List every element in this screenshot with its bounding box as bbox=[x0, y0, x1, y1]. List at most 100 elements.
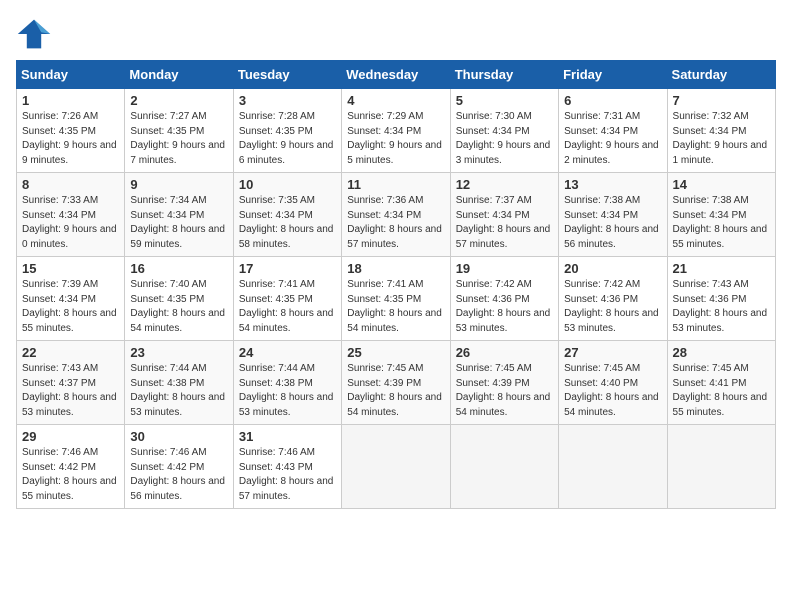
day-detail: Sunrise: 7:28 AM Sunset: 4:35 PM Dayligh… bbox=[239, 110, 336, 168]
calendar-week-row: 22 Sunrise: 7:43 AM Sunset: 4:37 PM Dayl… bbox=[17, 341, 776, 425]
calendar-cell: 6 Sunrise: 7:31 AM Sunset: 4:34 PM Dayli… bbox=[559, 89, 667, 173]
calendar-cell bbox=[342, 425, 450, 509]
calendar-cell: 31 Sunrise: 7:46 AM Sunset: 4:43 PM Dayl… bbox=[233, 425, 341, 509]
day-detail: Sunrise: 7:46 AM Sunset: 4:42 PM Dayligh… bbox=[130, 446, 227, 504]
calendar-cell: 20 Sunrise: 7:42 AM Sunset: 4:36 PM Dayl… bbox=[559, 257, 667, 341]
day-detail: Sunrise: 7:38 AM Sunset: 4:34 PM Dayligh… bbox=[673, 194, 770, 252]
calendar-cell: 2 Sunrise: 7:27 AM Sunset: 4:35 PM Dayli… bbox=[125, 89, 233, 173]
day-number: 27 bbox=[564, 345, 661, 360]
calendar-cell bbox=[559, 425, 667, 509]
calendar-cell: 11 Sunrise: 7:36 AM Sunset: 4:34 PM Dayl… bbox=[342, 173, 450, 257]
calendar-cell: 10 Sunrise: 7:35 AM Sunset: 4:34 PM Dayl… bbox=[233, 173, 341, 257]
day-number: 23 bbox=[130, 345, 227, 360]
day-number: 22 bbox=[22, 345, 119, 360]
day-number: 26 bbox=[456, 345, 553, 360]
calendar-cell: 23 Sunrise: 7:44 AM Sunset: 4:38 PM Dayl… bbox=[125, 341, 233, 425]
calendar-cell: 21 Sunrise: 7:43 AM Sunset: 4:36 PM Dayl… bbox=[667, 257, 775, 341]
day-number: 21 bbox=[673, 261, 770, 276]
day-detail: Sunrise: 7:45 AM Sunset: 4:41 PM Dayligh… bbox=[673, 362, 770, 420]
day-detail: Sunrise: 7:42 AM Sunset: 4:36 PM Dayligh… bbox=[456, 278, 553, 336]
calendar-cell bbox=[450, 425, 558, 509]
day-number: 3 bbox=[239, 93, 336, 108]
day-detail: Sunrise: 7:44 AM Sunset: 4:38 PM Dayligh… bbox=[130, 362, 227, 420]
calendar-cell: 12 Sunrise: 7:37 AM Sunset: 4:34 PM Dayl… bbox=[450, 173, 558, 257]
day-number: 14 bbox=[673, 177, 770, 192]
calendar-cell: 22 Sunrise: 7:43 AM Sunset: 4:37 PM Dayl… bbox=[17, 341, 125, 425]
calendar-header-friday: Friday bbox=[559, 61, 667, 89]
calendar-cell: 26 Sunrise: 7:45 AM Sunset: 4:39 PM Dayl… bbox=[450, 341, 558, 425]
logo bbox=[16, 16, 56, 52]
day-detail: Sunrise: 7:41 AM Sunset: 4:35 PM Dayligh… bbox=[239, 278, 336, 336]
day-number: 11 bbox=[347, 177, 444, 192]
calendar-cell: 16 Sunrise: 7:40 AM Sunset: 4:35 PM Dayl… bbox=[125, 257, 233, 341]
day-detail: Sunrise: 7:27 AM Sunset: 4:35 PM Dayligh… bbox=[130, 110, 227, 168]
calendar-cell: 1 Sunrise: 7:26 AM Sunset: 4:35 PM Dayli… bbox=[17, 89, 125, 173]
calendar-cell: 30 Sunrise: 7:46 AM Sunset: 4:42 PM Dayl… bbox=[125, 425, 233, 509]
calendar-week-row: 8 Sunrise: 7:33 AM Sunset: 4:34 PM Dayli… bbox=[17, 173, 776, 257]
day-number: 1 bbox=[22, 93, 119, 108]
calendar-cell bbox=[667, 425, 775, 509]
day-detail: Sunrise: 7:45 AM Sunset: 4:39 PM Dayligh… bbox=[456, 362, 553, 420]
calendar-header-row: SundayMondayTuesdayWednesdayThursdayFrid… bbox=[17, 61, 776, 89]
day-detail: Sunrise: 7:32 AM Sunset: 4:34 PM Dayligh… bbox=[673, 110, 770, 168]
day-number: 4 bbox=[347, 93, 444, 108]
day-number: 25 bbox=[347, 345, 444, 360]
calendar-header-monday: Monday bbox=[125, 61, 233, 89]
day-number: 24 bbox=[239, 345, 336, 360]
day-detail: Sunrise: 7:39 AM Sunset: 4:34 PM Dayligh… bbox=[22, 278, 119, 336]
day-detail: Sunrise: 7:43 AM Sunset: 4:37 PM Dayligh… bbox=[22, 362, 119, 420]
calendar-cell: 29 Sunrise: 7:46 AM Sunset: 4:42 PM Dayl… bbox=[17, 425, 125, 509]
day-number: 31 bbox=[239, 429, 336, 444]
calendar-cell: 13 Sunrise: 7:38 AM Sunset: 4:34 PM Dayl… bbox=[559, 173, 667, 257]
day-detail: Sunrise: 7:44 AM Sunset: 4:38 PM Dayligh… bbox=[239, 362, 336, 420]
calendar-cell: 8 Sunrise: 7:33 AM Sunset: 4:34 PM Dayli… bbox=[17, 173, 125, 257]
calendar-cell: 28 Sunrise: 7:45 AM Sunset: 4:41 PM Dayl… bbox=[667, 341, 775, 425]
calendar-cell: 3 Sunrise: 7:28 AM Sunset: 4:35 PM Dayli… bbox=[233, 89, 341, 173]
day-number: 30 bbox=[130, 429, 227, 444]
calendar-week-row: 15 Sunrise: 7:39 AM Sunset: 4:34 PM Dayl… bbox=[17, 257, 776, 341]
calendar-header-tuesday: Tuesday bbox=[233, 61, 341, 89]
calendar-cell: 14 Sunrise: 7:38 AM Sunset: 4:34 PM Dayl… bbox=[667, 173, 775, 257]
day-number: 15 bbox=[22, 261, 119, 276]
calendar-week-row: 29 Sunrise: 7:46 AM Sunset: 4:42 PM Dayl… bbox=[17, 425, 776, 509]
calendar-cell: 15 Sunrise: 7:39 AM Sunset: 4:34 PM Dayl… bbox=[17, 257, 125, 341]
calendar-cell: 5 Sunrise: 7:30 AM Sunset: 4:34 PM Dayli… bbox=[450, 89, 558, 173]
day-detail: Sunrise: 7:41 AM Sunset: 4:35 PM Dayligh… bbox=[347, 278, 444, 336]
day-detail: Sunrise: 7:34 AM Sunset: 4:34 PM Dayligh… bbox=[130, 194, 227, 252]
day-number: 13 bbox=[564, 177, 661, 192]
page-container: SundayMondayTuesdayWednesdayThursdayFrid… bbox=[16, 16, 776, 509]
calendar-header-thursday: Thursday bbox=[450, 61, 558, 89]
day-detail: Sunrise: 7:43 AM Sunset: 4:36 PM Dayligh… bbox=[673, 278, 770, 336]
day-detail: Sunrise: 7:40 AM Sunset: 4:35 PM Dayligh… bbox=[130, 278, 227, 336]
day-detail: Sunrise: 7:33 AM Sunset: 4:34 PM Dayligh… bbox=[22, 194, 119, 252]
calendar-header-wednesday: Wednesday bbox=[342, 61, 450, 89]
calendar-cell: 24 Sunrise: 7:44 AM Sunset: 4:38 PM Dayl… bbox=[233, 341, 341, 425]
day-detail: Sunrise: 7:42 AM Sunset: 4:36 PM Dayligh… bbox=[564, 278, 661, 336]
day-detail: Sunrise: 7:45 AM Sunset: 4:39 PM Dayligh… bbox=[347, 362, 444, 420]
day-number: 12 bbox=[456, 177, 553, 192]
calendar-header-saturday: Saturday bbox=[667, 61, 775, 89]
day-number: 17 bbox=[239, 261, 336, 276]
day-detail: Sunrise: 7:37 AM Sunset: 4:34 PM Dayligh… bbox=[456, 194, 553, 252]
day-number: 16 bbox=[130, 261, 227, 276]
day-number: 28 bbox=[673, 345, 770, 360]
day-detail: Sunrise: 7:38 AM Sunset: 4:34 PM Dayligh… bbox=[564, 194, 661, 252]
calendar-cell: 4 Sunrise: 7:29 AM Sunset: 4:34 PM Dayli… bbox=[342, 89, 450, 173]
calendar-cell: 25 Sunrise: 7:45 AM Sunset: 4:39 PM Dayl… bbox=[342, 341, 450, 425]
logo-bird-icon bbox=[16, 16, 52, 52]
header bbox=[16, 16, 776, 52]
day-detail: Sunrise: 7:31 AM Sunset: 4:34 PM Dayligh… bbox=[564, 110, 661, 168]
day-number: 20 bbox=[564, 261, 661, 276]
calendar-table: SundayMondayTuesdayWednesdayThursdayFrid… bbox=[16, 60, 776, 509]
day-number: 18 bbox=[347, 261, 444, 276]
day-number: 29 bbox=[22, 429, 119, 444]
calendar-header-sunday: Sunday bbox=[17, 61, 125, 89]
day-detail: Sunrise: 7:36 AM Sunset: 4:34 PM Dayligh… bbox=[347, 194, 444, 252]
day-number: 9 bbox=[130, 177, 227, 192]
day-number: 10 bbox=[239, 177, 336, 192]
day-detail: Sunrise: 7:30 AM Sunset: 4:34 PM Dayligh… bbox=[456, 110, 553, 168]
day-number: 2 bbox=[130, 93, 227, 108]
day-detail: Sunrise: 7:46 AM Sunset: 4:43 PM Dayligh… bbox=[239, 446, 336, 504]
day-detail: Sunrise: 7:45 AM Sunset: 4:40 PM Dayligh… bbox=[564, 362, 661, 420]
calendar-cell: 27 Sunrise: 7:45 AM Sunset: 4:40 PM Dayl… bbox=[559, 341, 667, 425]
